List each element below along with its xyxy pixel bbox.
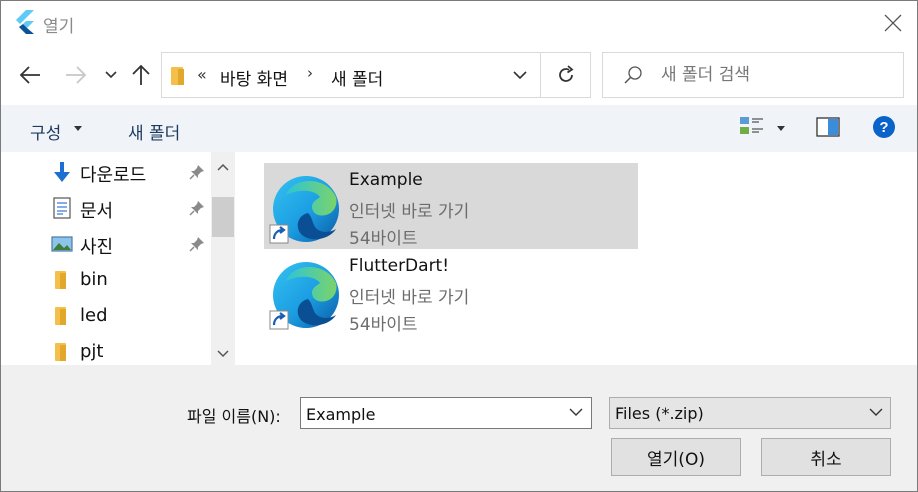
nav-item-pictures[interactable]: 사진 [1,227,209,261]
title-bar: 열기 [1,1,917,45]
forward-button[interactable] [62,61,90,89]
filetype-select[interactable]: Files (*.zip) [609,397,891,429]
address-bar[interactable]: « 바탕 화면 › 새 폴더 [161,52,591,98]
chevron-down-icon[interactable] [569,408,583,416]
filename-combobox[interactable] [300,397,592,429]
pin-icon[interactable] [189,236,205,252]
file-size: 54바이트 [349,229,418,249]
nav-item-label: 문서 [80,201,114,222]
navigation-pane: 다운로드 문서 사진 bin led pjt [1,152,238,365]
svg-text:?: ? [879,119,888,136]
nav-item-label: bin [80,269,108,290]
nav-item-documents[interactable]: 문서 [1,191,209,225]
up-button[interactable] [127,61,155,89]
window-title: 열기 [43,17,75,37]
open-file-dialog: 열기 « 바탕 화면 › 새 폴더 새 폴더 검색 구성 새 폴더 ? 다운로드… [0,0,918,492]
change-view-icon[interactable] [739,116,765,138]
address-dropdown-button[interactable] [500,53,540,97]
nav-item-led[interactable]: led [1,299,209,333]
chevron-down-icon [869,408,883,416]
search-box[interactable] [602,52,904,98]
nav-item-bin[interactable]: bin [1,263,209,297]
close-icon [884,14,902,32]
pin-icon[interactable] [189,164,205,180]
arrow-up-icon [132,64,150,85]
command-bar: 구성 새 폴더 [1,105,917,152]
search-icon [624,66,642,84]
download-icon [54,162,70,182]
edge-shortcut-icon [269,262,339,330]
file-list: Example 인터넷 바로 가기 54바이트 FlutterDart! 인터넷… [238,152,917,365]
nav-item-label: 사진 [80,237,114,258]
scroll-thumb[interactable] [212,197,234,237]
cancel-button[interactable]: 취소 [761,438,891,476]
pin-icon[interactable] [189,200,205,216]
chevron-down-icon [217,350,229,358]
refresh-button[interactable] [541,53,591,97]
folder-icon [55,343,66,361]
file-item-example[interactable]: Example 인터넷 바로 가기 54바이트 [264,163,638,249]
refresh-icon [559,65,574,82]
dialog-footer: 파일 이름(N): Files (*.zip) 열기(O) 취소 [1,365,917,491]
chevron-up-icon [217,163,229,171]
nav-item-label: pjt [80,341,104,362]
close-button[interactable] [871,5,915,41]
file-item-flutterdart[interactable]: FlutterDart! 인터넷 바로 가기 54바이트 [264,249,638,335]
nav-item-pjt[interactable]: pjt [1,335,209,365]
folder-icon [55,271,66,289]
breadcrumb-new-folder[interactable]: 새 폴더 [331,65,383,90]
filename-label: 파일 이름(N): [187,407,281,426]
nav-item-label: led [80,305,108,326]
filetype-value: Files (*.zip) [615,404,704,423]
edge-shortcut-icon [269,176,339,244]
pictures-icon [51,236,73,252]
arrow-right-icon [66,66,87,84]
nav-item-downloads[interactable]: 다운로드 [1,155,209,189]
search-input[interactable] [661,62,891,88]
nav-item-label: 다운로드 [80,165,147,186]
breadcrumb-desktop[interactable]: 바탕 화면 [220,65,288,90]
address-overflow[interactable]: « [197,65,207,84]
chevron-down-icon [513,71,527,79]
file-type: 인터넷 바로 가기 [349,288,470,308]
organize-button[interactable]: 구성 [30,119,61,144]
folder-icon [55,307,66,325]
preview-pane-icon[interactable] [816,117,840,137]
document-icon [53,197,71,219]
new-folder-button[interactable]: 새 폴더 [128,119,180,144]
scroll-up-button[interactable] [211,157,235,177]
open-button[interactable]: 열기(O) [611,438,741,476]
help-icon[interactable]: ? [872,115,896,139]
recent-locations-button[interactable] [97,61,125,89]
flutter-app-icon [16,10,34,34]
chevron-down-icon [105,71,117,79]
file-name: FlutterDart! [349,256,450,276]
back-button[interactable] [16,61,44,89]
folder-icon [171,67,184,85]
filename-field[interactable] [306,403,556,425]
view-options-caret-icon[interactable] [777,126,785,131]
file-name: Example [349,170,423,190]
arrow-left-icon [19,66,40,84]
caret-down-icon [74,126,82,131]
scroll-down-button[interactable] [211,344,235,364]
file-type: 인터넷 바로 가기 [349,202,470,222]
breadcrumb-separator[interactable]: › [307,64,313,82]
navigation-scrollbar[interactable] [211,152,235,365]
file-size: 54바이트 [349,315,418,335]
